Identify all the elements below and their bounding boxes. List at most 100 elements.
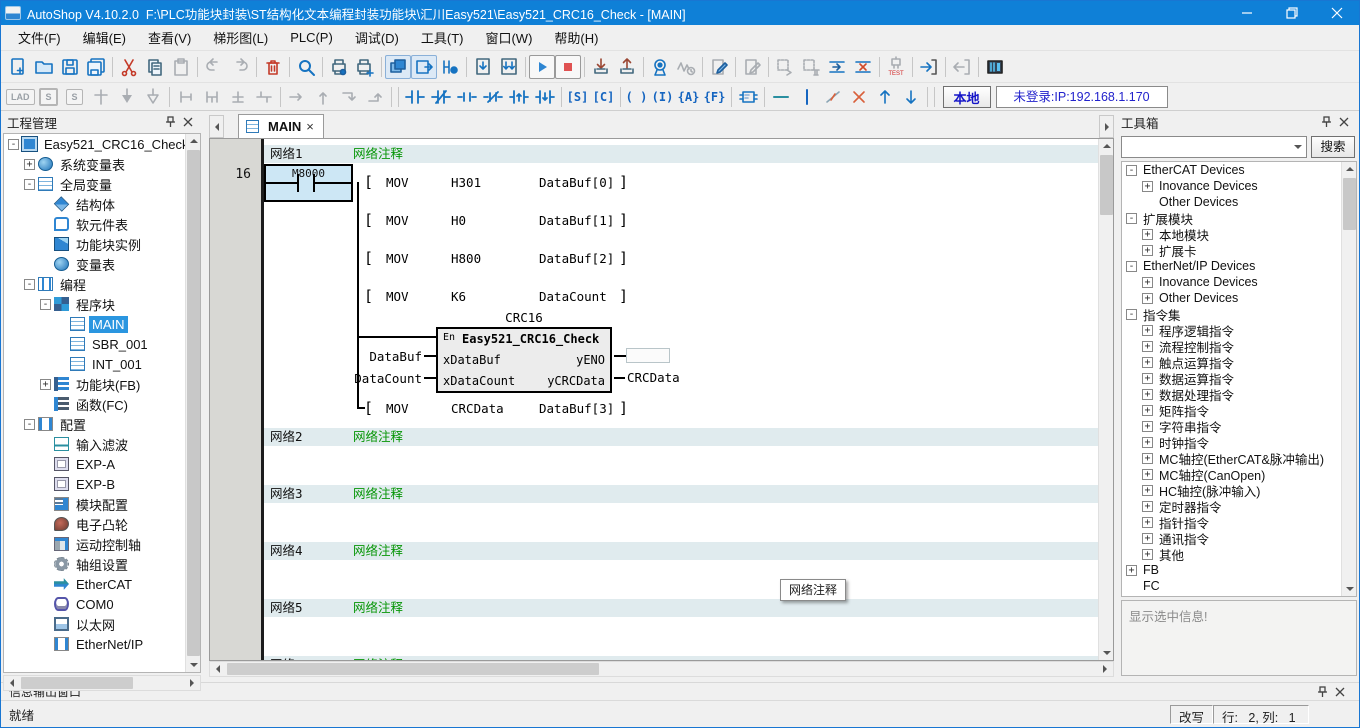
- menu-window[interactable]: 窗口(W): [474, 24, 543, 51]
- trace-button[interactable]: [673, 55, 699, 79]
- delete-table-button[interactable]: [798, 55, 824, 79]
- move-down-button[interactable]: [898, 86, 924, 108]
- ladder-network[interactable]: 网络2 网络注释: [264, 428, 1098, 485]
- login-button[interactable]: [916, 55, 942, 79]
- tree-expander[interactable]: -: [40, 299, 51, 310]
- tree-expander[interactable]: +: [24, 159, 35, 170]
- coil-out-button[interactable]: ( ): [624, 86, 650, 108]
- tree-item[interactable]: EtherNet/IP: [4, 634, 200, 654]
- tree-item[interactable]: MAIN: [4, 314, 200, 334]
- paste-button[interactable]: [168, 55, 194, 79]
- tree-expander[interactable]: +: [1142, 421, 1153, 432]
- tree-item[interactable]: EXP-A: [4, 454, 200, 474]
- write-edit-button[interactable]: [706, 55, 732, 79]
- tree-item[interactable]: 模块配置: [4, 494, 200, 514]
- tree-item[interactable]: 结构体: [4, 194, 200, 214]
- move-up-button[interactable]: [872, 86, 898, 108]
- tab-scroll-left-icon[interactable]: [209, 115, 224, 138]
- menu-edit[interactable]: 编辑(E): [72, 24, 137, 51]
- network-label[interactable]: 网络1: [270, 145, 303, 163]
- contact-rising-button[interactable]: [506, 86, 532, 108]
- contact-open-parallel-button[interactable]: [454, 86, 480, 108]
- tree-expander[interactable]: +: [40, 379, 51, 390]
- compile-button[interactable]: [470, 55, 496, 79]
- branch-close-button[interactable]: [199, 86, 225, 108]
- tree-item[interactable]: 变量表: [4, 254, 200, 274]
- ladder-network[interactable]: 网络3 网络注释: [264, 485, 1098, 542]
- tree-item[interactable]: FC: [1122, 578, 1356, 594]
- tree-expander[interactable]: +: [1142, 373, 1153, 384]
- tree-expander[interactable]: +: [1142, 325, 1153, 336]
- project-tree-vscrollbar[interactable]: [185, 134, 200, 672]
- tab-main[interactable]: MAIN ×: [238, 114, 324, 138]
- ladder-network[interactable]: 网络4 网络注释: [264, 542, 1098, 599]
- pin-icon[interactable]: [1317, 114, 1335, 130]
- function-block-button[interactable]: [735, 86, 761, 108]
- menu-ladder[interactable]: 梯形图(L): [202, 24, 279, 51]
- contact-closed-parallel-button[interactable]: [480, 86, 506, 108]
- open-project-button[interactable]: [31, 55, 57, 79]
- tree-item[interactable]: 以太网: [4, 614, 200, 634]
- tree-expander[interactable]: +: [1142, 405, 1153, 416]
- close-panel-icon[interactable]: [1331, 684, 1349, 700]
- block-eno-output-field[interactable]: [626, 348, 670, 363]
- cut-button[interactable]: [116, 55, 142, 79]
- tree-item[interactable]: 函数(FC): [4, 394, 200, 414]
- chevron-down-icon[interactable]: [1294, 145, 1302, 149]
- tree-item[interactable]: + FB: [1122, 562, 1356, 578]
- tree-item[interactable]: 功能块实例: [4, 234, 200, 254]
- contact-falling-button[interactable]: [532, 86, 558, 108]
- insert-network-button[interactable]: [88, 86, 114, 108]
- redo-button[interactable]: [227, 55, 253, 79]
- ladder-rung[interactable]: MOV H0 DataBuf[1]: [364, 201, 634, 239]
- menu-debug[interactable]: 调试(D): [344, 24, 410, 51]
- tree-expander[interactable]: +: [1142, 501, 1153, 512]
- tree-expander[interactable]: -: [1126, 165, 1137, 176]
- run-button[interactable]: [529, 55, 555, 79]
- tree-item[interactable]: - EtherNet/IP Devices: [1122, 258, 1356, 274]
- ladder-network-1[interactable]: 网络1 网络注释 M8000: [264, 145, 1098, 428]
- tree-item[interactable]: - Easy521_CRC16_Check: [4, 134, 200, 154]
- delete-line-button[interactable]: [820, 86, 846, 108]
- block-input1-operand[interactable]: DataBuf: [304, 349, 422, 364]
- contact-open-button[interactable]: [402, 86, 428, 108]
- tree-expander[interactable]: +: [1142, 245, 1153, 256]
- coil-set-button[interactable]: [S]: [565, 86, 591, 108]
- export-window-button[interactable]: [411, 55, 437, 79]
- tree-item[interactable]: 运动控制轴: [4, 534, 200, 554]
- login-status-field[interactable]: 未登录:IP:192.168.1.170: [996, 86, 1168, 108]
- monitor-mode-button[interactable]: [647, 55, 673, 79]
- print-preview-button[interactable]: [326, 55, 352, 79]
- menu-tools[interactable]: 工具(T): [410, 24, 475, 51]
- close-button[interactable]: [1314, 1, 1359, 25]
- print-button[interactable]: [352, 55, 378, 79]
- pin-icon[interactable]: [161, 114, 179, 130]
- tree-item[interactable]: + Inovance Devices: [1122, 178, 1356, 194]
- tab-close-icon[interactable]: ×: [306, 122, 314, 132]
- tree-expander[interactable]: -: [24, 279, 35, 290]
- save-button[interactable]: [57, 55, 83, 79]
- lad-mode-button[interactable]: LAD: [5, 86, 36, 108]
- contact-closed-button[interactable]: [428, 86, 454, 108]
- minimize-button[interactable]: [1224, 1, 1269, 25]
- find-button[interactable]: [293, 55, 319, 79]
- network-comment[interactable]: 网络注释: [353, 145, 403, 163]
- tree-expander[interactable]: +: [1126, 565, 1137, 576]
- offline-edit-button[interactable]: [739, 55, 765, 79]
- tree-item[interactable]: - 程序块: [4, 294, 200, 314]
- tree-expander[interactable]: -: [24, 419, 35, 430]
- compile-all-button[interactable]: [496, 55, 522, 79]
- tree-item[interactable]: SBR_001: [4, 334, 200, 354]
- local-mode-button[interactable]: 本地: [943, 86, 991, 108]
- tree-item[interactable]: 轴组设置: [4, 554, 200, 574]
- tree-expander[interactable]: +: [1142, 181, 1153, 192]
- branch-merge-button[interactable]: [251, 86, 277, 108]
- coil-counter-button[interactable]: [C]: [591, 86, 617, 108]
- test-mode-button[interactable]: TEST: [883, 55, 909, 79]
- wire-corner-down-button[interactable]: [336, 86, 362, 108]
- tree-item[interactable]: + 扩展卡: [1122, 242, 1356, 258]
- ladder-rung[interactable]: MOV H301 DataBuf[0]: [364, 163, 634, 201]
- tree-expander[interactable]: +: [1142, 437, 1153, 448]
- toolbox-search-combobox[interactable]: [1121, 136, 1307, 158]
- pin-icon[interactable]: [1313, 684, 1331, 700]
